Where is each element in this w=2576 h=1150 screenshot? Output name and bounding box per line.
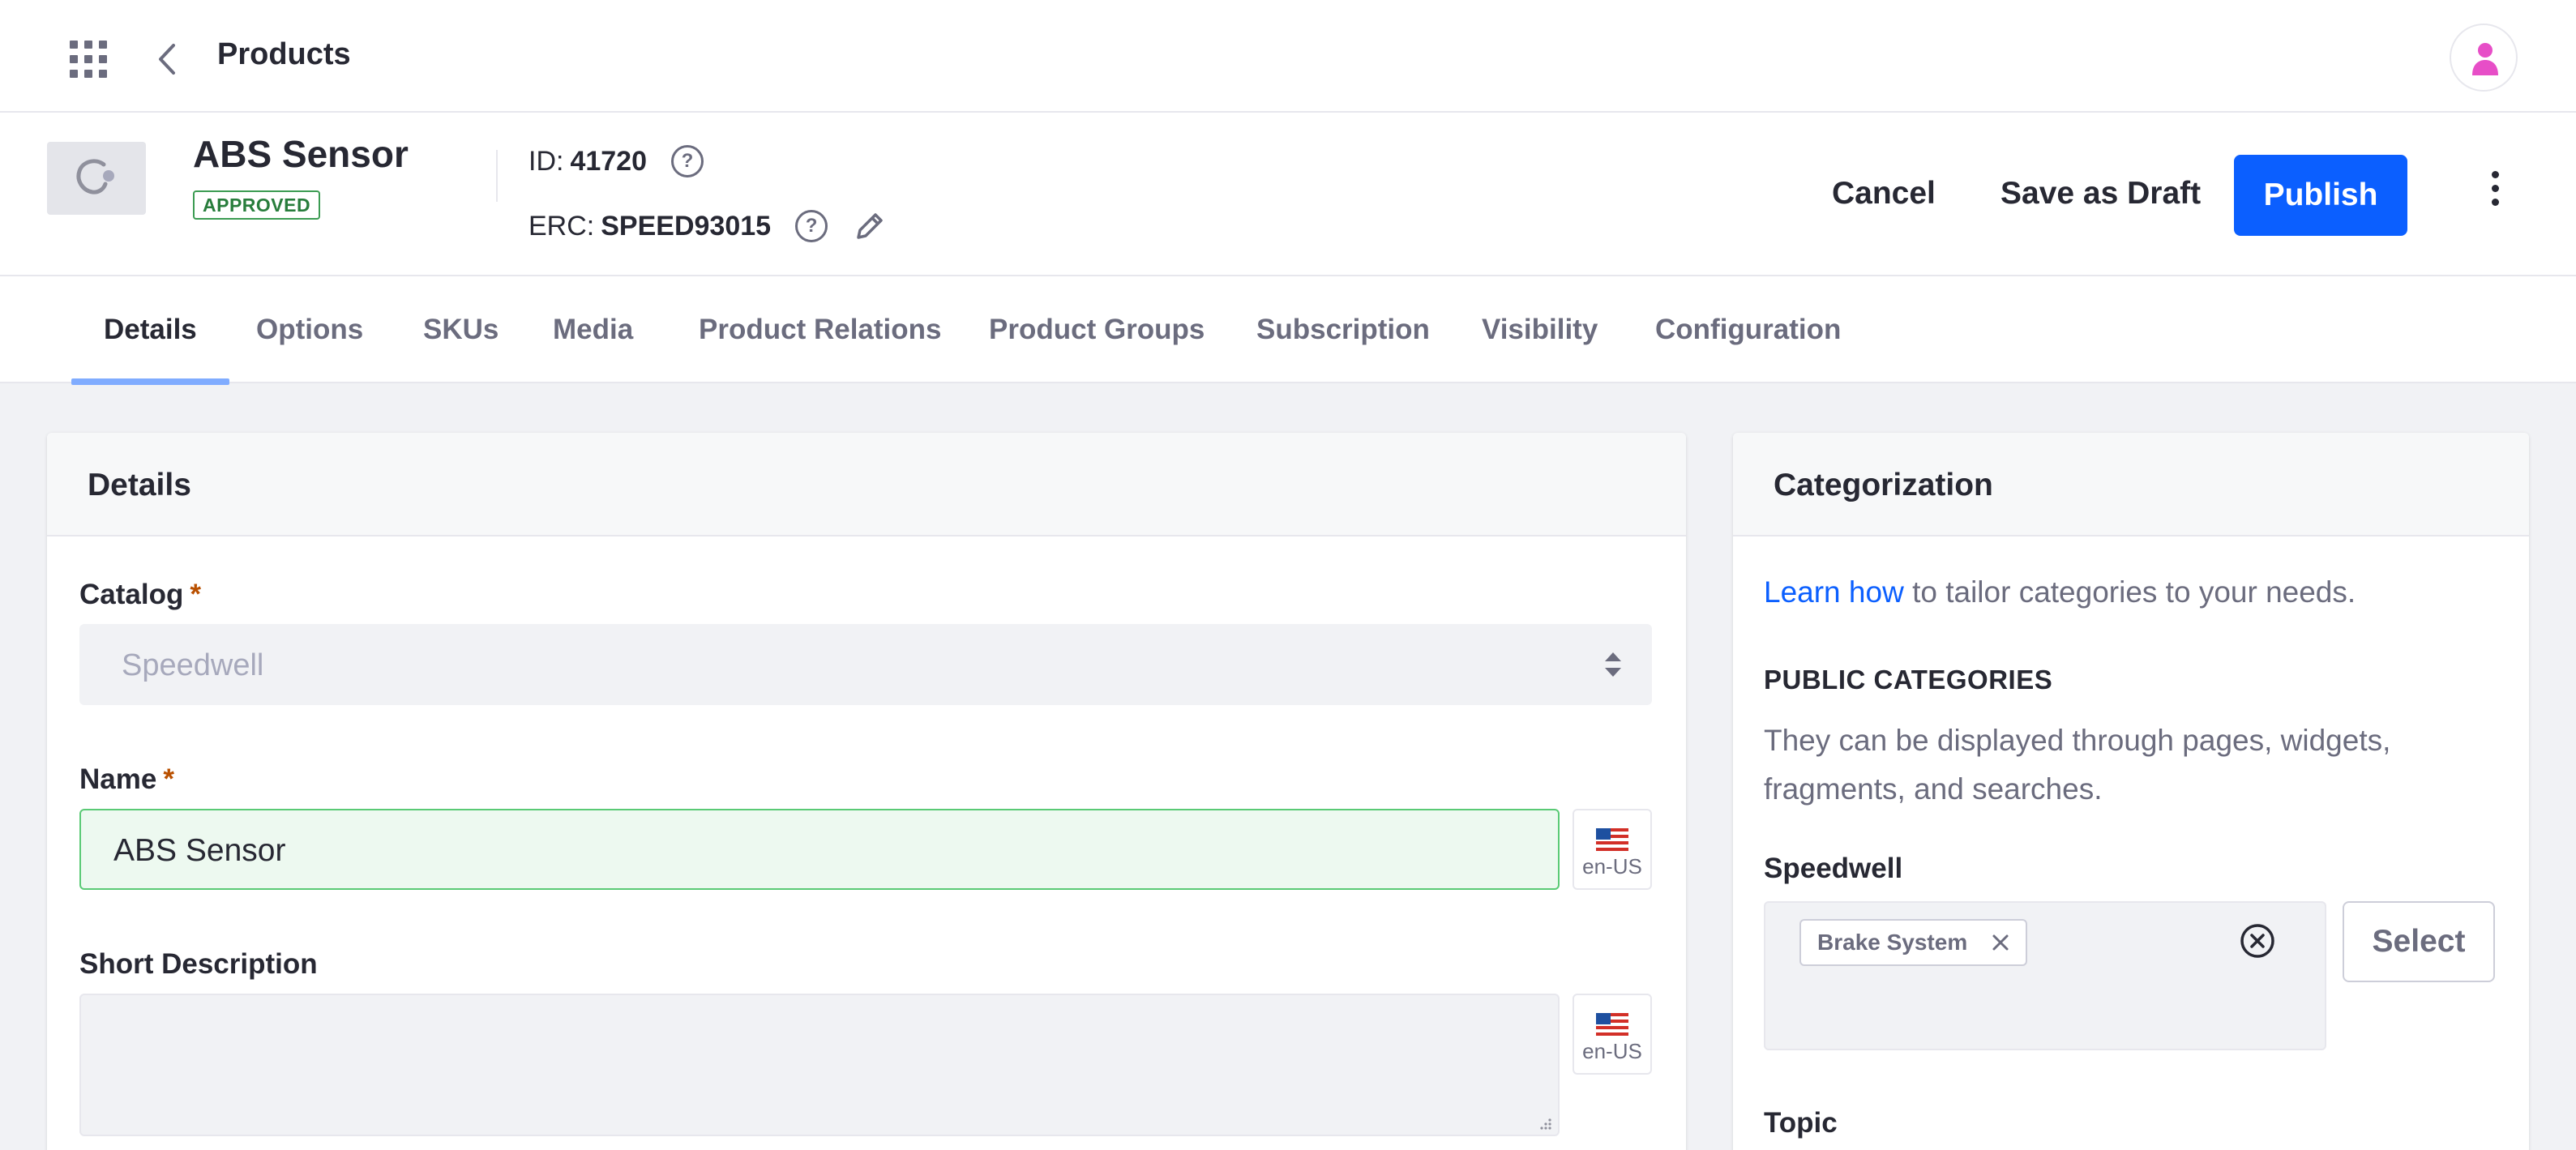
catalog-label-text: Catalog bbox=[79, 579, 184, 610]
catalog-label: Catalog * bbox=[79, 579, 201, 611]
tab-product-groups[interactable]: Product Groups bbox=[956, 276, 1237, 383]
name-label: Name * bbox=[79, 763, 174, 796]
publish-button[interactable]: Publish bbox=[2234, 155, 2407, 236]
apps-grid-icon[interactable] bbox=[70, 41, 107, 78]
select-arrows-icon bbox=[1605, 652, 1621, 677]
name-locale-button[interactable]: en-US bbox=[1573, 809, 1652, 890]
sensor-image-icon bbox=[76, 159, 114, 195]
top-navigation-bar: Products bbox=[0, 0, 2576, 113]
name-input-value: ABS Sensor bbox=[113, 833, 286, 868]
product-id-line: ID: 41720 ? bbox=[528, 145, 704, 177]
help-icon[interactable]: ? bbox=[795, 210, 828, 242]
details-card: Details Catalog * Speedwell Name * ABS Sen… bbox=[47, 433, 1686, 1150]
tab-subscription[interactable]: Subscription bbox=[1224, 276, 1462, 383]
details-card-title: Details bbox=[47, 433, 1686, 537]
erc-value: SPEED93015 bbox=[601, 210, 772, 242]
cancel-button[interactable]: Cancel bbox=[1832, 153, 1936, 234]
categorization-card: Categorization Learn how to tailor categ… bbox=[1733, 433, 2529, 1150]
name-input[interactable]: ABS Sensor bbox=[79, 809, 1560, 890]
save-draft-button[interactable]: Save as Draft bbox=[2000, 153, 2201, 234]
product-header: ABS Sensor APPROVED ID: 41720 ? ERC: SPE… bbox=[0, 113, 2576, 276]
product-thumbnail bbox=[47, 142, 146, 215]
required-marker: * bbox=[190, 579, 201, 610]
select-category-button[interactable]: Select bbox=[2343, 901, 2495, 982]
more-options-icon[interactable] bbox=[2480, 171, 2510, 220]
tab-options[interactable]: Options bbox=[224, 276, 396, 383]
short-description-textarea[interactable] bbox=[79, 994, 1560, 1136]
category-tags-input[interactable]: Brake System bbox=[1764, 901, 2326, 1050]
catalog-select-value: Speedwell bbox=[122, 648, 264, 682]
product-tabs: Details Options SKUs Media Product Relat… bbox=[0, 276, 2576, 385]
name-locale-text: en-US bbox=[1582, 854, 1642, 879]
us-flag-icon bbox=[1596, 828, 1628, 851]
short-description-label: Short Description bbox=[79, 948, 318, 980]
page-title: Products bbox=[217, 37, 351, 71]
topic-vocabulary-label: Topic bbox=[1764, 1107, 1838, 1139]
id-value: 41720 bbox=[570, 145, 647, 177]
user-icon bbox=[2472, 43, 2498, 75]
tab-skus[interactable]: SKUs bbox=[391, 276, 531, 383]
category-tag: Brake System bbox=[1799, 919, 2028, 966]
short-description-locale-button[interactable]: en-US bbox=[1573, 994, 1652, 1075]
catalog-select[interactable]: Speedwell bbox=[79, 624, 1652, 705]
required-marker: * bbox=[163, 763, 174, 795]
resize-handle-icon[interactable] bbox=[1537, 1115, 1553, 1131]
remove-tag-icon[interactable] bbox=[1990, 932, 2011, 953]
categorization-card-title: Categorization bbox=[1733, 433, 2529, 537]
tab-media[interactable]: Media bbox=[520, 276, 665, 383]
tab-visibility[interactable]: Visibility bbox=[1449, 276, 1630, 383]
status-badge: APPROVED bbox=[193, 190, 321, 220]
learn-how-text: Learn how to tailor categories to your n… bbox=[1764, 575, 2356, 609]
user-avatar[interactable] bbox=[2450, 24, 2518, 92]
clear-all-icon[interactable] bbox=[2239, 922, 2276, 960]
edit-pencil-icon[interactable] bbox=[852, 208, 888, 244]
public-categories-heading: PUBLIC CATEGORIES bbox=[1764, 665, 2053, 695]
tab-product-relations[interactable]: Product Relations bbox=[666, 276, 973, 383]
category-tag-label: Brake System bbox=[1817, 930, 1968, 955]
help-icon[interactable]: ? bbox=[671, 145, 704, 177]
product-name: ABS Sensor bbox=[193, 133, 409, 175]
learn-how-rest: to tailor categories to your needs. bbox=[1903, 575, 2356, 609]
name-label-text: Name bbox=[79, 763, 157, 795]
id-label: ID: bbox=[528, 145, 564, 177]
public-categories-description: They can be displayed through pages, wid… bbox=[1764, 724, 2391, 806]
vocabulary-label: Speedwell bbox=[1764, 853, 1903, 884]
tab-details[interactable]: Details bbox=[71, 276, 229, 385]
back-arrow-icon[interactable] bbox=[152, 39, 185, 79]
header-divider bbox=[496, 150, 498, 202]
product-erc-line: ERC: SPEED93015 ? bbox=[528, 208, 888, 244]
short-description-locale-text: en-US bbox=[1582, 1039, 1642, 1063]
erc-label: ERC: bbox=[528, 210, 595, 242]
learn-how-link[interactable]: Learn how bbox=[1764, 575, 1904, 609]
us-flag-icon bbox=[1596, 1013, 1628, 1036]
tab-configuration[interactable]: Configuration bbox=[1623, 276, 1873, 383]
